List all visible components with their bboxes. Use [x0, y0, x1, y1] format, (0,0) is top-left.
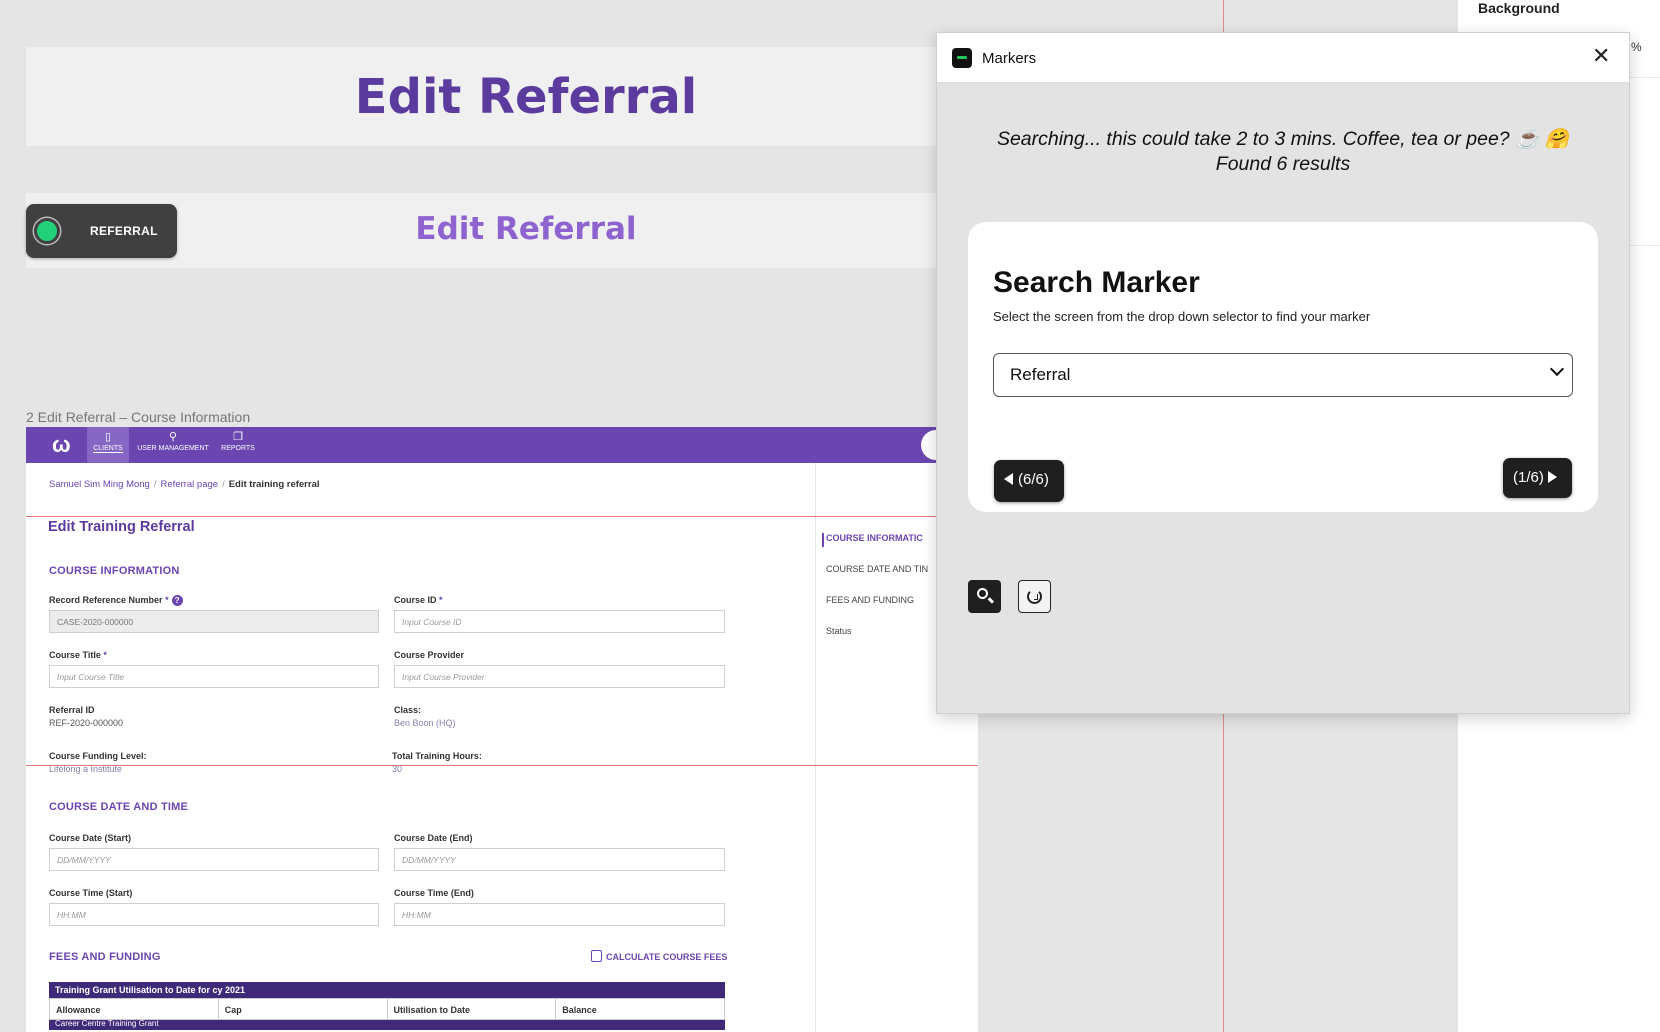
- refresh-icon: [1027, 589, 1042, 604]
- next-marker-button[interactable]: (1/6): [1503, 458, 1572, 498]
- column-header: Balance: [562, 1005, 597, 1015]
- triangle-right-icon: [1547, 471, 1557, 483]
- date-start-label: Course Date (Start): [49, 833, 132, 843]
- grant-table-subheader: Career Centre Training Grant: [49, 1020, 725, 1030]
- course-title-label: Course Title *: [49, 650, 107, 660]
- clients-icon: ▯: [104, 431, 112, 443]
- marker-status-dot: [34, 218, 60, 244]
- previous-marker-button[interactable]: (6/6): [994, 460, 1064, 502]
- search-status-text: Searching... this could take 2 to 3 mins…: [996, 128, 1570, 150]
- date-end-label: Course Date (End): [394, 833, 473, 843]
- record-ref-input: CASE-2020-000000: [49, 610, 379, 633]
- funding-level-label: Course Funding Level:: [49, 751, 147, 761]
- record-ref-label: Record Reference Number *?: [49, 595, 183, 606]
- class-value: Ben Boon (HQ): [394, 718, 456, 728]
- screen-select[interactable]: Referral: [993, 353, 1573, 397]
- side-column-divider: [815, 463, 816, 1032]
- screen-select-value: Referral: [1010, 365, 1071, 384]
- section-course-date: COURSE DATE AND TIME: [49, 801, 189, 813]
- search-results-count: Found 6 results: [1215, 153, 1351, 175]
- close-icon[interactable]: ✕: [1592, 45, 1610, 67]
- page-title: Edit Training Referral: [48, 519, 195, 535]
- search-icon: [977, 588, 988, 599]
- edit-referral-banner-large[interactable]: Edit Referral: [26, 47, 936, 146]
- markers-popup: Markers ✕ Searching... this could take 2…: [936, 32, 1630, 714]
- app-frame: ω ▯ CLIENTS ⚲ USER MANAGEMENT ❐ REPORTS …: [26, 427, 978, 1032]
- card-title: Search Marker: [993, 266, 1200, 299]
- popup-header: Markers ✕: [937, 33, 1629, 83]
- calculate-fees-button[interactable]: CALCULATE COURSE FEES: [591, 950, 727, 962]
- course-id-input[interactable]: Input Course ID: [394, 610, 725, 633]
- referral-id-value: REF-2020-000000: [49, 718, 124, 728]
- popup-title: Markers: [982, 50, 1037, 67]
- search-button[interactable]: [968, 580, 1001, 613]
- refresh-button[interactable]: [1018, 580, 1051, 613]
- marker-pill-label: REFERRAL: [90, 224, 158, 238]
- banner-title: Edit Referral: [354, 69, 698, 125]
- search-marker-card: Search Marker Select the screen from the…: [968, 222, 1598, 512]
- course-title-input[interactable]: Input Course Title: [49, 665, 379, 688]
- help-icon[interactable]: ?: [171, 595, 183, 606]
- column-header: Allowance: [50, 999, 219, 1019]
- calculator-icon: [591, 950, 602, 962]
- guide-line-horizontal: [26, 516, 978, 517]
- side-nav-course-information[interactable]: COURSE INFORMATIC: [826, 533, 923, 543]
- referral-id-label: Referral ID: [49, 705, 95, 715]
- side-nav-active-bar: [822, 533, 824, 547]
- side-nav-status[interactable]: Status: [826, 626, 852, 636]
- reports-icon: ❐: [233, 431, 243, 443]
- column-header: Cap: [219, 999, 388, 1019]
- total-hours-label: Total Training Hours:: [392, 751, 482, 761]
- side-nav-fees[interactable]: FEES AND FUNDING: [826, 595, 914, 605]
- course-id-label: Course ID *: [394, 595, 443, 605]
- triangle-left-icon: [1004, 473, 1013, 485]
- section-fees-funding: FEES AND FUNDING: [49, 951, 161, 963]
- class-label: Class:: [394, 705, 422, 715]
- card-subtitle: Select the screen from the drop down sel…: [993, 309, 1371, 324]
- background-section-label: Background: [1478, 0, 1560, 16]
- chevron-down-icon: [1549, 361, 1565, 377]
- referral-marker-pill[interactable]: REFERRAL: [26, 204, 177, 258]
- breadcrumb: Samuel Sim Ming Mong / Referral page / Edit …: [49, 479, 320, 490]
- course-provider-label: Course Provider: [394, 650, 465, 660]
- side-nav-course-date[interactable]: COURSE DATE AND TIN: [826, 564, 928, 574]
- time-end-input[interactable]: HH:MM: [394, 903, 725, 926]
- top-nav: ω ▯ CLIENTS ⚲ USER MANAGEMENT ❐ REPORTS: [26, 427, 978, 463]
- grant-table-header: Training Grant Utilisation to Date for c…: [49, 982, 725, 998]
- time-end-label: Course Time (End): [394, 888, 474, 898]
- frame-label[interactable]: 2 Edit Referral – Course Information: [26, 409, 250, 425]
- breadcrumb-item[interactable]: Referral page: [161, 479, 219, 490]
- opacity-percent[interactable]: %: [1631, 40, 1642, 54]
- app-logo[interactable]: ω: [52, 432, 71, 458]
- guide-line-horizontal: [26, 765, 978, 766]
- grant-table-columns: Allowance Cap Utilisation to Date Balanc…: [49, 998, 725, 1020]
- nav-item-reports[interactable]: ❐ REPORTS: [218, 427, 258, 463]
- date-end-input[interactable]: DD/MM/YYYY: [394, 848, 725, 871]
- user-icon: ⚲: [168, 431, 178, 443]
- course-provider-input[interactable]: Input Course Provider: [394, 665, 725, 688]
- markers-app-icon: [952, 48, 972, 68]
- column-header: Utilisation to Date: [388, 999, 557, 1019]
- time-start-label: Course Time (Start): [49, 888, 133, 898]
- nav-item-clients[interactable]: ▯ CLIENTS: [87, 427, 129, 463]
- breadcrumb-current: Edit training referral: [228, 479, 320, 490]
- time-start-input[interactable]: HH:MM: [49, 903, 379, 926]
- section-course-information: COURSE INFORMATION: [49, 565, 180, 577]
- date-start-input[interactable]: DD/MM/YYYY: [49, 848, 379, 871]
- nav-item-user-management[interactable]: ⚲ USER MANAGEMENT: [134, 427, 212, 463]
- breadcrumb-item[interactable]: Samuel Sim Ming Mong: [49, 479, 150, 490]
